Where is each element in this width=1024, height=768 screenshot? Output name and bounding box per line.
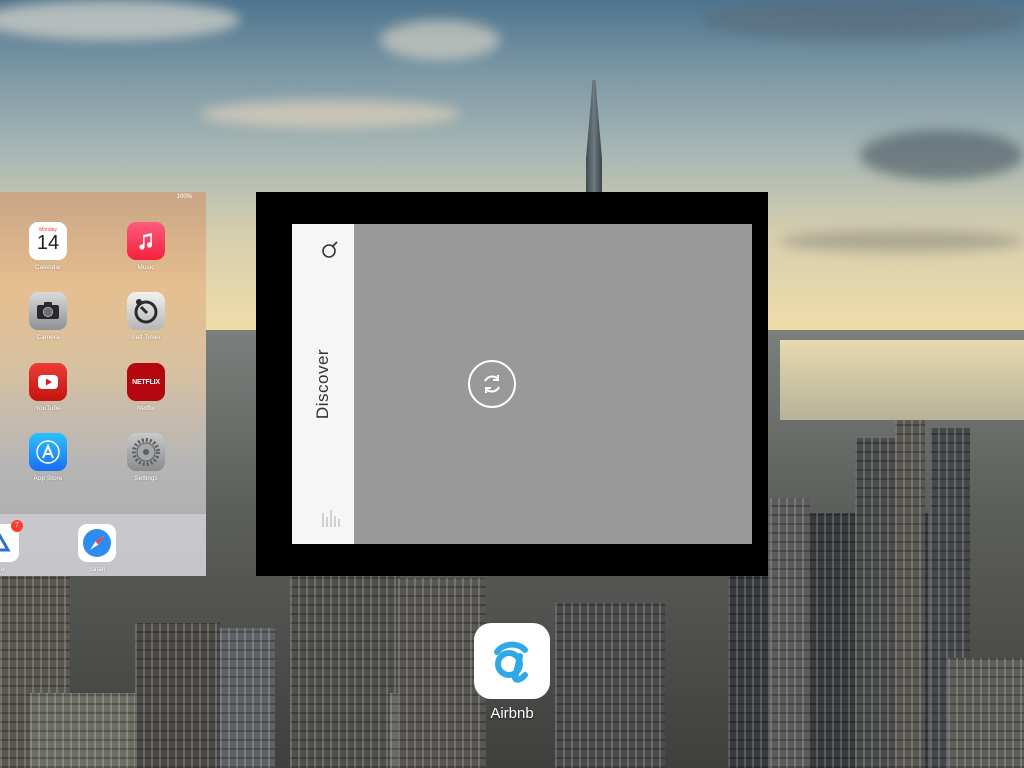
app-youtube[interactable]: YouTube [18, 363, 78, 412]
stats-bars-icon[interactable] [321, 509, 341, 532]
app-label: Netflix [136, 405, 156, 412]
loading-spinner-icon [467, 359, 517, 414]
app-settings[interactable]: Settings [116, 433, 176, 482]
app-self-timer[interactable]: Self Timer [116, 292, 176, 341]
side-panel: Discover [292, 224, 354, 544]
app-label: box [0, 566, 6, 573]
harbor-water [780, 340, 1024, 420]
cloud [380, 20, 500, 60]
self-timer-icon [127, 292, 165, 330]
dock: 7 box Safari [0, 514, 206, 576]
cloud [780, 230, 1024, 252]
app-label: YouTube [35, 405, 61, 412]
airbnb-app-icon-button[interactable]: Airbnb [474, 623, 550, 722]
camera-icon [29, 292, 67, 330]
app-camera[interactable]: Camera [18, 292, 78, 341]
app-label: Safari [88, 566, 106, 573]
app-label: Music [137, 264, 155, 271]
app-netflix[interactable]: NETFLIX Netflix [116, 363, 176, 412]
app-app-store[interactable]: App Store [18, 433, 78, 482]
discover-label[interactable]: Discover [313, 349, 333, 419]
music-icon [127, 222, 165, 260]
netflix-icon: NETFLIX [127, 363, 165, 401]
box-app-icon: 7 [0, 520, 23, 562]
search-icon[interactable] [321, 240, 339, 263]
app-store-icon [29, 433, 67, 471]
netflix-logo: NETFLIX [132, 378, 160, 386]
airbnb-app-label: Airbnb [490, 705, 534, 722]
app-label: Camera [36, 334, 60, 341]
app-label: Calendar [34, 264, 62, 271]
cloud [700, 0, 1024, 40]
airbnb-app-screen[interactable]: Discover [292, 224, 752, 544]
app-music[interactable]: Music [116, 222, 176, 271]
calendar-icon: Monday 14 [29, 222, 67, 260]
calendar-date: 14 [36, 232, 60, 254]
youtube-icon [29, 363, 67, 401]
safari-compass-icon [78, 524, 116, 562]
cloud [200, 100, 460, 128]
dock-app-safari[interactable]: Safari [67, 524, 127, 573]
airbnb-app-card[interactable]: Discover [256, 192, 768, 576]
notification-badge: 7 [11, 520, 23, 532]
dock-app-box[interactable]: 7 box [0, 520, 30, 573]
app-calendar[interactable]: Monday 14 Calendar [18, 222, 78, 271]
app-label: App Store [33, 475, 63, 482]
airbnb-logo-icon [474, 623, 550, 699]
app-label: Self Timer [131, 334, 161, 341]
settings-gear-icon [127, 433, 165, 471]
app-label: Settings [134, 475, 158, 482]
cloud [860, 130, 1024, 180]
home-screen-card[interactable]: 100% Monday 14 Calendar Music Camera Sel… [0, 192, 206, 576]
battery-status: 100% [176, 194, 192, 200]
